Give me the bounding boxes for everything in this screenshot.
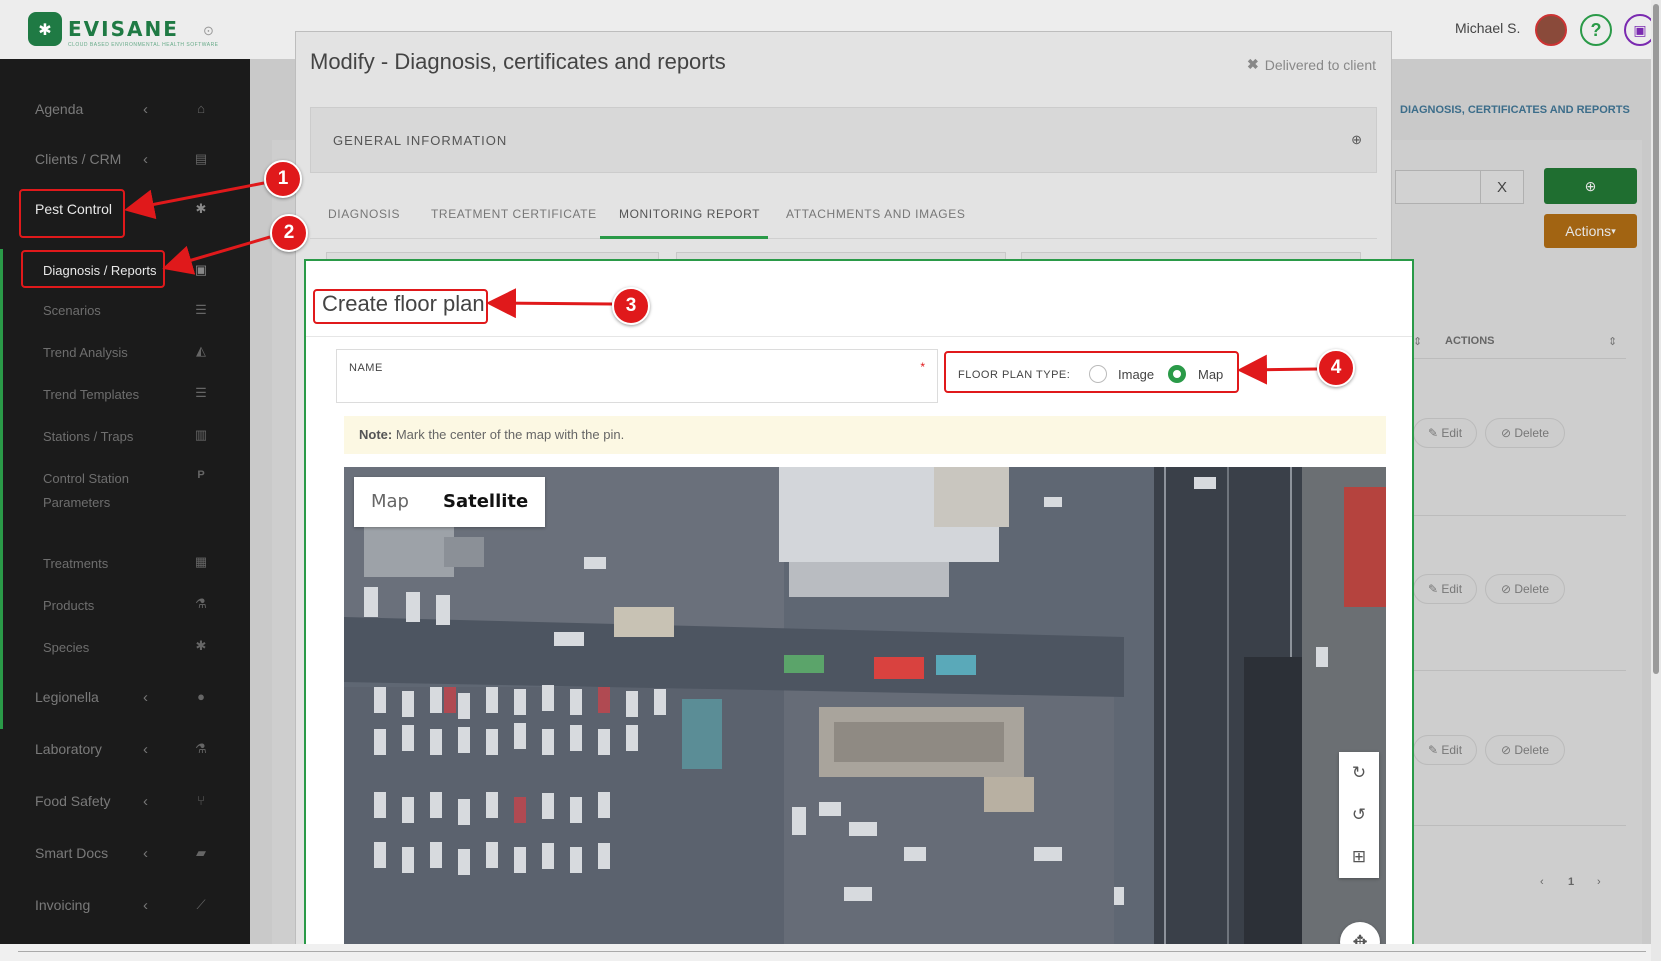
annotation-arrows	[124, 181, 1318, 385]
callout-2: 2	[270, 214, 308, 252]
arrow-to-floor-plan-type	[1237, 354, 1318, 385]
callout-1: 1	[264, 160, 302, 198]
page: DIAGNOSIS, CERTIFICATES AND REPORTS X ⊕ …	[0, 0, 1661, 961]
arrow-to-create-floor-plan	[486, 288, 613, 319]
arrow-to-pest-control	[124, 181, 265, 220]
arrow-to-diagnosis-reports	[162, 235, 271, 275]
callout-4: 4	[1317, 349, 1355, 387]
callout-3: 3	[612, 287, 650, 325]
